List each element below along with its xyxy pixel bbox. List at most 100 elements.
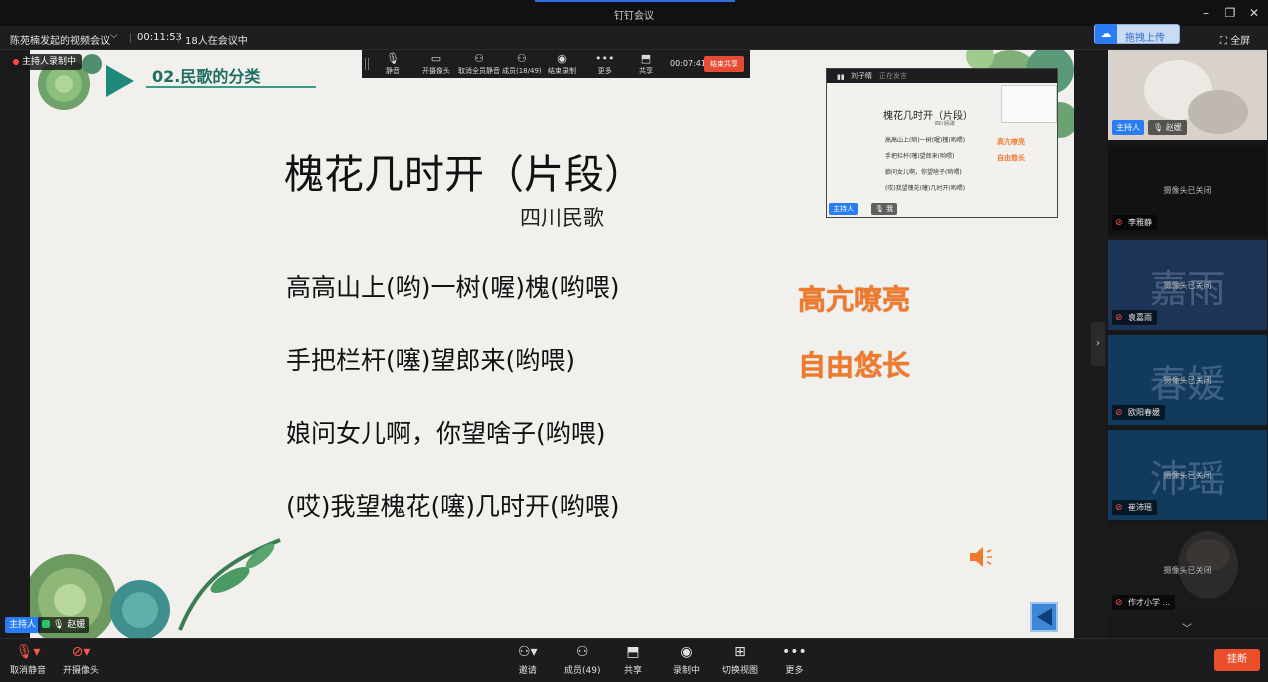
share-floating-toolbar: 🎙 静音 ▭ 开摄像头 ⚇ 取消全员静音 ⚇ 成员(18/49) ◉ 结束录制 … <box>362 50 750 78</box>
switch-view-button[interactable]: ⊞ 切换视图 <box>722 644 758 676</box>
invite-icon: ⚇▾ <box>518 644 538 660</box>
recording-badge-label: 主持人录制中 <box>22 57 77 67</box>
app-title: 钉钉会议 <box>614 11 654 22</box>
fb-share-button[interactable]: ⬒ 共享 <box>639 53 653 76</box>
more-button[interactable]: ••• 更多 <box>782 644 807 676</box>
self-view-line: 高高山上(哟)一树(喔)槐(哟喂) <box>885 137 966 144</box>
restore-icon[interactable]: ❐ <box>1220 4 1240 22</box>
fb-more-button[interactable]: ••• 更多 <box>595 53 614 76</box>
record-icon: ◉ <box>557 52 567 65</box>
minimize-icon[interactable]: – <box>1196 4 1216 22</box>
self-view-name: 刘子睛 <box>851 72 872 80</box>
bb-label: 更多 <box>785 666 804 676</box>
style-tag: 高亢嘹亮 <box>798 283 911 316</box>
chevron-down-icon[interactable]: ⌵ <box>110 30 118 41</box>
participant-tile[interactable]: 摄像头已关闭 ⊘ 李雅静 <box>1108 145 1267 235</box>
self-view-header: ▮▮ 刘子睛 正在发言 <box>827 69 1057 83</box>
members-icon: ⚇ <box>575 644 589 660</box>
tile-name: ⊘ 李雅静 <box>1112 215 1157 230</box>
self-view-host-label: 主持人 <box>829 203 858 215</box>
fb-mute-button[interactable]: 🎙 静音 <box>386 53 400 76</box>
participant-tile[interactable]: 摄像头已关闭 ⊘ 作才小学 ... <box>1108 525 1267 615</box>
self-view-line: 手把栏杆(噻)望郎来(哟喂) <box>885 153 955 160</box>
tile-name-text: 欧阳春媛 <box>1128 408 1160 417</box>
drag-handle-icon[interactable] <box>365 58 369 70</box>
participant-tile[interactable]: 春媛 摄像头已关闭 ⊘ 欧阳春媛 <box>1108 335 1267 425</box>
self-view-origin: 四川民歌 <box>935 121 956 127</box>
camera-off-text: 摄像头已关闭 <box>1163 281 1212 290</box>
self-view-window[interactable]: ▮▮ 刘子睛 正在发言 槐花几时开（片段） 四川民歌 高高山上(哟)一树(喔)槐… <box>826 68 1058 218</box>
fb-unmute-all-button[interactable]: ⚇ 取消全员静音 <box>458 53 500 76</box>
prev-arrow-icon[interactable] <box>1030 602 1058 632</box>
self-view-line: 娘问女儿啊，你望啥子(哟喂) <box>885 169 962 176</box>
fb-label: 开摄像头 <box>422 67 450 75</box>
camera-off-icon: ⊘▾ <box>71 644 91 660</box>
fb-camera-button[interactable]: ▭ 开摄像头 <box>422 53 450 76</box>
meeting-info-bar: 陈苑楠发起的视频会议 ⌵ 00:11:53 18人在会议中 <box>0 26 1268 50</box>
mic-off-icon: ⊘ <box>1115 313 1123 323</box>
divider <box>130 33 131 43</box>
chevron-right-icon: › <box>1096 338 1100 349</box>
mic-off-icon: ⊘ <box>1115 408 1123 418</box>
bb-label: 取消静音 <box>10 666 47 676</box>
bb-label: 开摄像头 <box>63 666 100 676</box>
tile-name-text: 作才小学 ... <box>1128 598 1171 607</box>
lyric-line: (哎)我望槐花(噻)几时开(哟喂) <box>286 492 620 521</box>
hang-up-button[interactable]: 挂断 <box>1214 649 1260 671</box>
collapse-gallery-button[interactable]: › <box>1091 322 1105 366</box>
song-origin: 四川民歌 <box>520 206 604 230</box>
fullscreen-label: 全屏 <box>1230 36 1251 47</box>
fb-label: 静音 <box>386 67 400 75</box>
mic-icon: 🎙 <box>386 52 400 65</box>
participant-tile[interactable]: 沛瑶 摄像头已关闭 ⊘ 崔沛瑶 <box>1108 430 1267 520</box>
end-share-button[interactable]: 结束共享 <box>704 56 744 72</box>
tile-name: ⊘ 崔沛瑶 <box>1112 500 1157 515</box>
bb-label: 成员(49) <box>564 666 601 676</box>
self-view-line: (哎)我望槐花(噻)几时开(哟喂) <box>885 185 966 192</box>
section-arrow-icon <box>106 65 134 97</box>
tile-name: ⊘ 作才小学 ... <box>1112 595 1176 610</box>
bb-label: 录制中 <box>673 666 701 676</box>
fb-members-button[interactable]: ⚇ 成员(18/49) <box>502 53 542 76</box>
speaking-indicator-icon <box>42 620 50 628</box>
users-icon: ⚇ <box>516 52 527 65</box>
speaker-icon[interactable] <box>968 544 998 570</box>
meeting-control-bar: 🎙▾ 取消静音 ⊘▾ 开摄像头 ⚇▾ 邀请 ⚇ 成员(49) ⬒ 共享 ◉ 录制… <box>0 638 1268 682</box>
fullscreen-icon: ⛶ <box>1220 36 1227 47</box>
camera-off-text: 摄像头已关闭 <box>1163 471 1212 480</box>
self-view-me-text: 我 <box>886 205 894 213</box>
fb-label: 结束录制 <box>548 67 576 75</box>
divider <box>178 33 179 43</box>
bb-label: 共享 <box>624 666 643 676</box>
unmute-button[interactable]: 🎙▾ 取消静音 <box>10 644 46 676</box>
share-icon: ⬒ <box>640 52 652 65</box>
invite-button[interactable]: ⚇▾ 邀请 <box>518 644 538 676</box>
fb-label: 取消全员静音 <box>458 67 500 75</box>
fb-label: 共享 <box>639 67 653 75</box>
meeting-name[interactable]: 陈苑楠发起的视频会议 <box>10 32 110 47</box>
recording-button[interactable]: ◉ 录制中 <box>673 644 700 676</box>
close-icon[interactable]: ✕ <box>1244 4 1264 22</box>
meeting-timer: 00:11:53 <box>137 32 182 43</box>
participant-tile[interactable]: 嘉雨 摄像头已关闭 ⊘ 袁嘉雨 <box>1108 240 1267 330</box>
tile-name-text: 赵媛 <box>1165 123 1182 132</box>
participant-tile[interactable]: 主持人 🎙 赵媛 <box>1108 50 1267 140</box>
drag-upload-button[interactable]: ☁ 拖拽上传 <box>1094 24 1180 44</box>
active-speaker-name-text: 赵媛 <box>67 620 86 630</box>
bb-label: 邀请 <box>518 666 537 676</box>
fb-label: 成员(18/49) <box>502 67 542 75</box>
fullscreen-button[interactable]: ⛶ 全屏 <box>1220 32 1250 47</box>
upload-label: 拖拽上传 <box>1125 33 1165 44</box>
bb-label: 切换视图 <box>722 666 759 676</box>
title-accent-line <box>535 0 735 2</box>
camera-button[interactable]: ⊘▾ 开摄像头 <box>63 644 99 676</box>
tile-name-text: 袁嘉雨 <box>1128 313 1152 322</box>
share-button[interactable]: ⬒ 共享 <box>624 644 642 676</box>
members-button[interactable]: ⚇ 成员(49) <box>564 644 600 676</box>
users-mute-icon: ⚇ <box>474 52 484 65</box>
gallery-scroll-down-icon[interactable]: ﹀ <box>1178 624 1196 636</box>
mic-off-icon: ⊘ <box>1115 503 1123 513</box>
tile-name: ⊘ 袁嘉雨 <box>1112 310 1157 325</box>
participant-count: 18人在会议中 <box>185 36 248 47</box>
fb-stop-record-button[interactable]: ◉ 结束录制 <box>548 53 576 76</box>
